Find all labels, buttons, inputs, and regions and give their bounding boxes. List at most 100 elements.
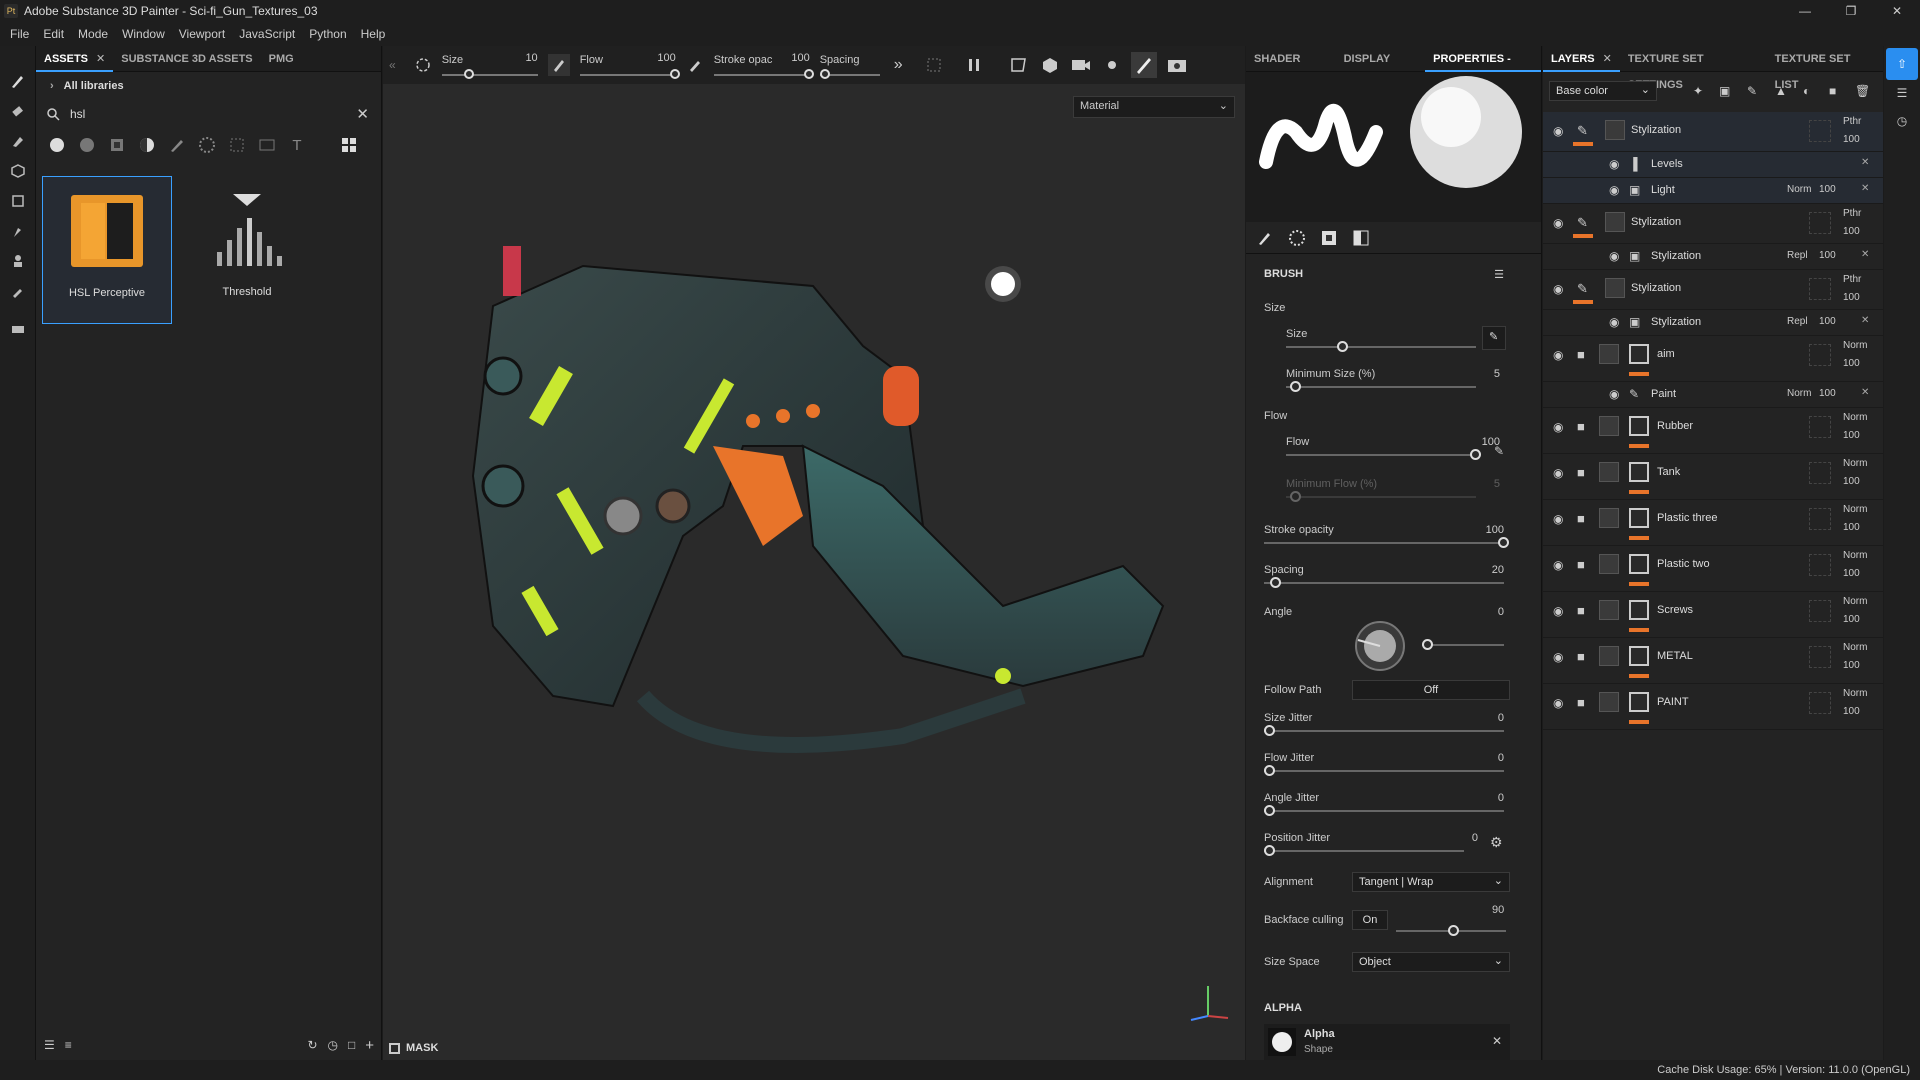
backface-angle-track[interactable]: [1396, 925, 1506, 936]
opacity-value[interactable]: 100: [1843, 660, 1860, 671]
layer-row[interactable]: ◉ ■ Rubber Norm 100: [1543, 408, 1883, 454]
smudge-tool-icon[interactable]: [0, 216, 36, 246]
menu-python[interactable]: Python: [309, 27, 346, 41]
layer-row[interactable]: ◉ ▣ Stylization Repl 100 ✕: [1543, 310, 1883, 336]
filter-environment-icon[interactable]: [258, 136, 276, 154]
blend-mode-select[interactable]: Norm: [1843, 596, 1867, 607]
visibility-eye-icon[interactable]: ◉: [1609, 183, 1619, 197]
filter-brush-icon[interactable]: [168, 136, 186, 154]
brush-mode-icon[interactable]: [1130, 52, 1157, 78]
layer-row[interactable]: ◉ ✎ Stylization Pthr 100: [1543, 112, 1883, 152]
layer-row[interactable]: ◉ ✎ Stylization Pthr 100: [1543, 204, 1883, 244]
alpha-tab-icon[interactable]: [1352, 229, 1370, 247]
paint-tool-icon[interactable]: [0, 66, 36, 96]
slider-handle[interactable]: [1289, 381, 1301, 392]
layer-row[interactable]: ◉ ■ Screws Norm 100: [1543, 592, 1883, 638]
menu-edit[interactable]: Edit: [43, 27, 64, 41]
blend-mode-select[interactable]: Repl: [1787, 250, 1808, 261]
visibility-eye-icon[interactable]: ◉: [1553, 124, 1563, 138]
slider-handle[interactable]: [1422, 639, 1433, 650]
backface-toggle[interactable]: On: [1352, 910, 1388, 930]
minimize-icon[interactable]: —: [1782, 0, 1828, 22]
pen-pressure-icon[interactable]: [547, 54, 570, 76]
layer-select-box[interactable]: [1809, 120, 1831, 142]
opacity-value[interactable]: 100: [1843, 568, 1860, 579]
layer-row[interactable]: ◉ ▐ Levels ✕: [1543, 152, 1883, 178]
opacity-value[interactable]: 100: [1843, 706, 1860, 717]
opacity-value[interactable]: 100: [1819, 250, 1836, 261]
asset-hsl-perceptive[interactable]: HSL Perceptive: [42, 176, 172, 324]
size-space-select[interactable]: Object ⌄: [1352, 952, 1510, 972]
slider-handle[interactable]: [1337, 341, 1348, 352]
viewport[interactable]: « Size 10 Flow 100 Stroke opac 100 Spaci…: [383, 46, 1245, 1060]
blend-mode-select[interactable]: Norm: [1843, 340, 1867, 351]
tab-texture-set-list[interactable]: TEXTURE SET LIST: [1767, 46, 1883, 91]
layer-row[interactable]: ◉ ■ aim Norm 100: [1543, 336, 1883, 382]
close-icon[interactable]: ✕: [1603, 53, 1612, 65]
stencil-tab-icon[interactable]: [1320, 229, 1338, 247]
remove-effect-icon[interactable]: ✕: [1861, 315, 1869, 326]
layer-select-box[interactable]: [1809, 462, 1831, 484]
opacity-value[interactable]: 100: [1843, 476, 1860, 487]
layer-row[interactable]: ◉ ▣ Stylization Repl 100 ✕: [1543, 244, 1883, 270]
add-icon[interactable]: +: [365, 1037, 374, 1054]
remove-effect-icon[interactable]: ✕: [1861, 387, 1869, 398]
tab-substance-3d-assets[interactable]: SUBSTANCE 3D ASSETS: [113, 46, 260, 72]
layer-select-box[interactable]: [1809, 508, 1831, 530]
layer-select-box[interactable]: [1809, 554, 1831, 576]
filter-particle-icon[interactable]: [198, 136, 216, 154]
tab-assets[interactable]: ASSETS ✕: [36, 46, 114, 72]
visibility-eye-icon[interactable]: ◉: [1609, 315, 1619, 329]
menu-mode[interactable]: Mode: [78, 27, 108, 41]
add-mask-icon[interactable]: ▣: [1719, 84, 1730, 98]
cube-icon[interactable]: [1041, 56, 1059, 74]
blend-mode-select[interactable]: Repl: [1787, 316, 1808, 327]
brush-tab-icon[interactable]: [1256, 229, 1274, 247]
alpha-slot[interactable]: Alpha Shape ✕: [1264, 1024, 1510, 1060]
material-mode-select[interactable]: Material ⌄: [1073, 96, 1235, 118]
opacity-value[interactable]: 100: [1843, 614, 1860, 625]
flow-pressure-icon[interactable]: ✎: [1494, 444, 1504, 458]
layer-select-box[interactable]: [1809, 344, 1831, 366]
min-size-slider[interactable]: Minimum Size (%) 5: [1286, 368, 1506, 392]
toolbar-stroke-opacity-slider[interactable]: Stroke opac 100: [713, 48, 814, 82]
layer-select-box[interactable]: [1809, 212, 1831, 234]
opacity-value[interactable]: 100: [1843, 226, 1860, 237]
brush-shape-icon[interactable]: [414, 56, 432, 74]
slider-handle[interactable]: [1264, 725, 1275, 736]
visibility-eye-icon[interactable]: ◉: [1553, 420, 1563, 434]
layer-row[interactable]: ◉ ■ Plastic two Norm 100: [1543, 546, 1883, 592]
add-fill-layer-icon[interactable]: ▲: [1775, 84, 1787, 98]
symmetry-icon[interactable]: [925, 56, 943, 74]
remove-alpha-icon[interactable]: ✕: [1492, 1034, 1502, 1048]
spacing-slider[interactable]: Spacing 20: [1264, 564, 1510, 588]
layer-row[interactable]: ◉ ■ Plastic three Norm 100: [1543, 500, 1883, 546]
layer-row[interactable]: ◉ ■ Tank Norm 100: [1543, 454, 1883, 500]
search-input[interactable]: [70, 107, 330, 121]
menu-window[interactable]: Window: [122, 27, 165, 41]
toolbar-size-slider[interactable]: Size 10: [441, 48, 538, 82]
eraser-tool-icon[interactable]: [0, 96, 36, 126]
opacity-value[interactable]: 100: [1819, 388, 1836, 399]
angle-dial[interactable]: [1352, 618, 1408, 674]
visibility-eye-icon[interactable]: ◉: [1553, 696, 1563, 710]
channel-select[interactable]: Base color ⌄: [1549, 81, 1657, 101]
remove-effect-icon[interactable]: ✕: [1861, 157, 1869, 168]
toolbar-flow-slider[interactable]: Flow 100: [579, 48, 680, 82]
screenshot-icon[interactable]: [1167, 56, 1187, 74]
slider-handle[interactable]: [1264, 845, 1275, 856]
visibility-eye-icon[interactable]: ◉: [1553, 348, 1563, 362]
menu-javascript[interactable]: JavaScript: [239, 27, 295, 41]
layer-select-box[interactable]: [1809, 278, 1831, 300]
visibility-eye-icon[interactable]: ◉: [1553, 216, 1563, 230]
polygon-fill-icon[interactable]: [0, 186, 36, 216]
add-group-mask-icon[interactable]: ◐: [1803, 84, 1810, 98]
filter-text-icon[interactable]: T: [288, 136, 306, 154]
opacity-value[interactable]: 100: [1819, 184, 1836, 195]
slider-handle[interactable]: [1264, 805, 1275, 816]
toolbar-spacing-slider[interactable]: Spacing: [819, 48, 880, 82]
size-slider[interactable]: Size10: [1286, 328, 1506, 352]
jitter-settings-icon[interactable]: ⚙: [1490, 834, 1503, 851]
filter-texture-icon[interactable]: [228, 136, 246, 154]
blend-mode-select[interactable]: Norm: [1843, 458, 1867, 469]
